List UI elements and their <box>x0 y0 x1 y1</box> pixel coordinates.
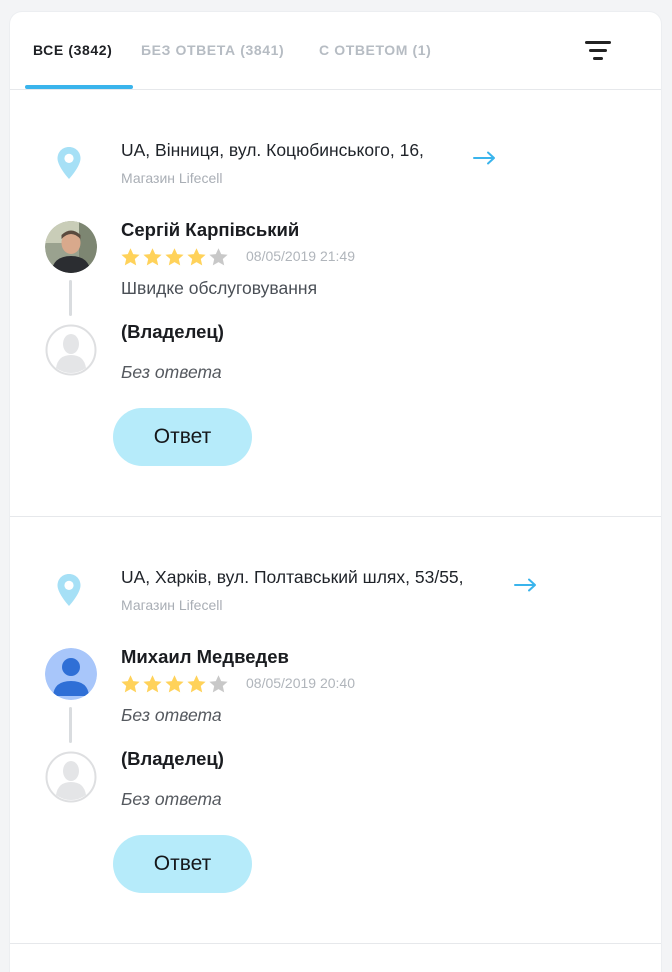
store-address: UA, Харків, вул. Полтавський шлях, 53/55… <box>121 567 464 587</box>
star-icon <box>165 248 184 266</box>
filter-line <box>589 49 607 52</box>
arrow-right-icon[interactable] <box>513 577 539 593</box>
review-author: Михаил Медведев <box>121 646 289 667</box>
avatar <box>45 221 97 273</box>
filter-line <box>585 41 611 44</box>
active-tab-indicator <box>25 85 133 89</box>
tab-no-reply[interactable]: БЕЗ ОТВЕТА (3841) <box>141 42 284 58</box>
owner-reply-status: Без ответа <box>121 362 222 382</box>
star-icon <box>187 248 206 266</box>
store-name: Магазин Lifecell <box>121 170 223 186</box>
rating-stars <box>120 674 230 694</box>
star-icon <box>121 675 140 693</box>
thread-connector <box>69 280 72 316</box>
star-icon <box>165 675 184 693</box>
tab-with-reply[interactable]: С ОТВЕТОМ (1) <box>319 42 431 58</box>
user-placeholder-icon <box>45 751 97 803</box>
user-placeholder-icon <box>45 324 97 376</box>
filter-icon[interactable] <box>578 38 618 66</box>
arrow-right-icon[interactable] <box>472 150 498 166</box>
star-icon <box>187 675 206 693</box>
review-card: UA, Харків, вул. Полтавський шлях, 53/55… <box>10 517 661 944</box>
star-icon <box>209 248 228 266</box>
review-author: Сергій Карпівський <box>121 219 300 240</box>
review-date: 08/05/2019 21:49 <box>246 248 355 264</box>
star-icon <box>143 248 162 266</box>
star-icon <box>209 675 228 693</box>
review-text: Швидке обслуговування <box>121 278 318 298</box>
thread-connector <box>69 707 72 743</box>
location-pin-icon <box>57 574 81 606</box>
store-address: UA, Вінниця, вул. Коцюбинського, 16, <box>121 140 424 160</box>
filter-line <box>593 57 603 60</box>
owner-reply-status: Без ответа <box>121 789 222 809</box>
avatar <box>45 648 97 700</box>
tab-all[interactable]: ВСЕ (3842) <box>33 42 112 58</box>
star-icon <box>143 675 162 693</box>
review-date: 08/05/2019 20:40 <box>246 675 355 691</box>
location-pin-icon <box>57 147 81 179</box>
rating-stars <box>120 247 230 267</box>
store-name: Магазин Lifecell <box>121 597 223 613</box>
star-icon <box>121 248 140 266</box>
reviews-panel: ВСЕ (3842) БЕЗ ОТВЕТА (3841) С ОТВЕТОМ (… <box>10 12 661 972</box>
owner-label: (Владелец) <box>121 321 224 342</box>
review-text: Без ответа <box>121 705 222 725</box>
owner-label: (Владелец) <box>121 748 224 769</box>
reply-button[interactable]: Ответ <box>113 408 252 466</box>
reply-button[interactable]: Ответ <box>113 835 252 893</box>
review-card: UA, Вінниця, вул. Коцюбинського, 16, Маг… <box>10 90 661 517</box>
tab-bar: ВСЕ (3842) БЕЗ ОТВЕТА (3841) С ОТВЕТОМ (… <box>10 12 661 90</box>
